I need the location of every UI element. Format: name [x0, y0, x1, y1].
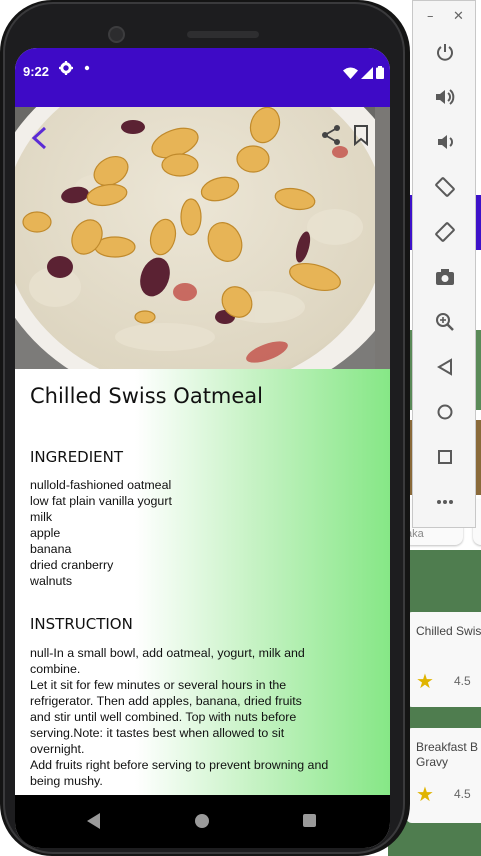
minimize-icon[interactable]: –: [427, 9, 434, 24]
recipe-card-rating: 4.5: [454, 674, 471, 688]
camera-icon[interactable]: [430, 262, 460, 292]
recipe-card[interactable]: Breakfast B Gravy ★ 4.5: [406, 728, 481, 823]
volume-up-icon[interactable]: [430, 82, 460, 112]
recipe-card[interactable]: Chilled Swis ★ 4.5: [406, 612, 481, 707]
rotate-left-icon[interactable]: [430, 172, 460, 202]
overview-icon[interactable]: [430, 442, 460, 472]
more-icon[interactable]: [430, 487, 460, 517]
back-arrow-icon[interactable]: [27, 123, 53, 153]
recipe-card-title: Breakfast B Gravy: [416, 740, 479, 769]
bookmark-icon[interactable]: [353, 124, 369, 147]
status-time: 9:22: [23, 64, 50, 79]
emulator-toolbar: – ✕: [412, 0, 476, 528]
nav-back-icon[interactable]: [87, 813, 101, 829]
home-icon[interactable]: [430, 397, 460, 427]
front-camera: [108, 26, 125, 43]
star-icon: ★: [416, 669, 434, 693]
ingredient-heading: INGREDIENT: [30, 448, 124, 466]
window-controls: – ✕: [413, 9, 477, 27]
share-icon[interactable]: [320, 124, 342, 146]
recipe-title: Chilled Swiss Oatmeal: [30, 384, 264, 408]
wifi-icon: [343, 64, 358, 83]
nav-home-icon[interactable]: [195, 814, 209, 828]
ingredient-item: low fat plain vanilla yogurt: [30, 494, 172, 508]
recipe-card-title: Chilled Swis: [416, 624, 481, 638]
system-nav-bar: [15, 795, 390, 848]
notification-dot-icon: [84, 61, 90, 79]
star-icon: ★: [416, 782, 434, 806]
recipe-card-rating: 4.5: [454, 787, 471, 801]
earpiece-speaker: [187, 31, 259, 38]
recipe-detail: Chilled Swiss Oatmeal INGREDIENT nullold…: [15, 369, 390, 795]
nav-recents-icon[interactable]: [303, 814, 316, 827]
instruction-heading: INSTRUCTION: [30, 615, 133, 633]
gear-icon: [59, 61, 73, 79]
zoom-icon[interactable]: [430, 307, 460, 337]
status-bar: 9:22: [15, 48, 390, 107]
close-icon[interactable]: ✕: [453, 9, 464, 24]
phone-screen: 9:22 Chilled Swiss Oatmeal INGREDIENT nu…: [15, 48, 390, 848]
ingredient-item: walnuts: [30, 574, 73, 588]
ingredient-item: banana: [30, 542, 72, 556]
battery-icon: [376, 64, 384, 83]
ingredient-item: nullold-fashioned oatmeal: [30, 478, 172, 492]
power-icon[interactable]: [430, 37, 460, 67]
recipe-hero-image: [15, 107, 390, 369]
volume-down-icon[interactable]: [430, 127, 460, 157]
ingredient-list: nullold-fashioned oatmeal low fat plain …: [30, 477, 172, 589]
status-icons: [343, 64, 384, 83]
oatmeal-image: [15, 107, 390, 369]
instruction-text: null-In a small bowl, add oatmeal, yogur…: [30, 646, 329, 788]
rotate-right-icon[interactable]: [430, 217, 460, 247]
ingredient-item: apple: [30, 526, 61, 540]
back-icon[interactable]: [430, 352, 460, 382]
ingredient-item: milk: [30, 510, 53, 524]
signal-icon: [361, 64, 373, 83]
ingredient-item: dried cranberry: [30, 558, 114, 572]
